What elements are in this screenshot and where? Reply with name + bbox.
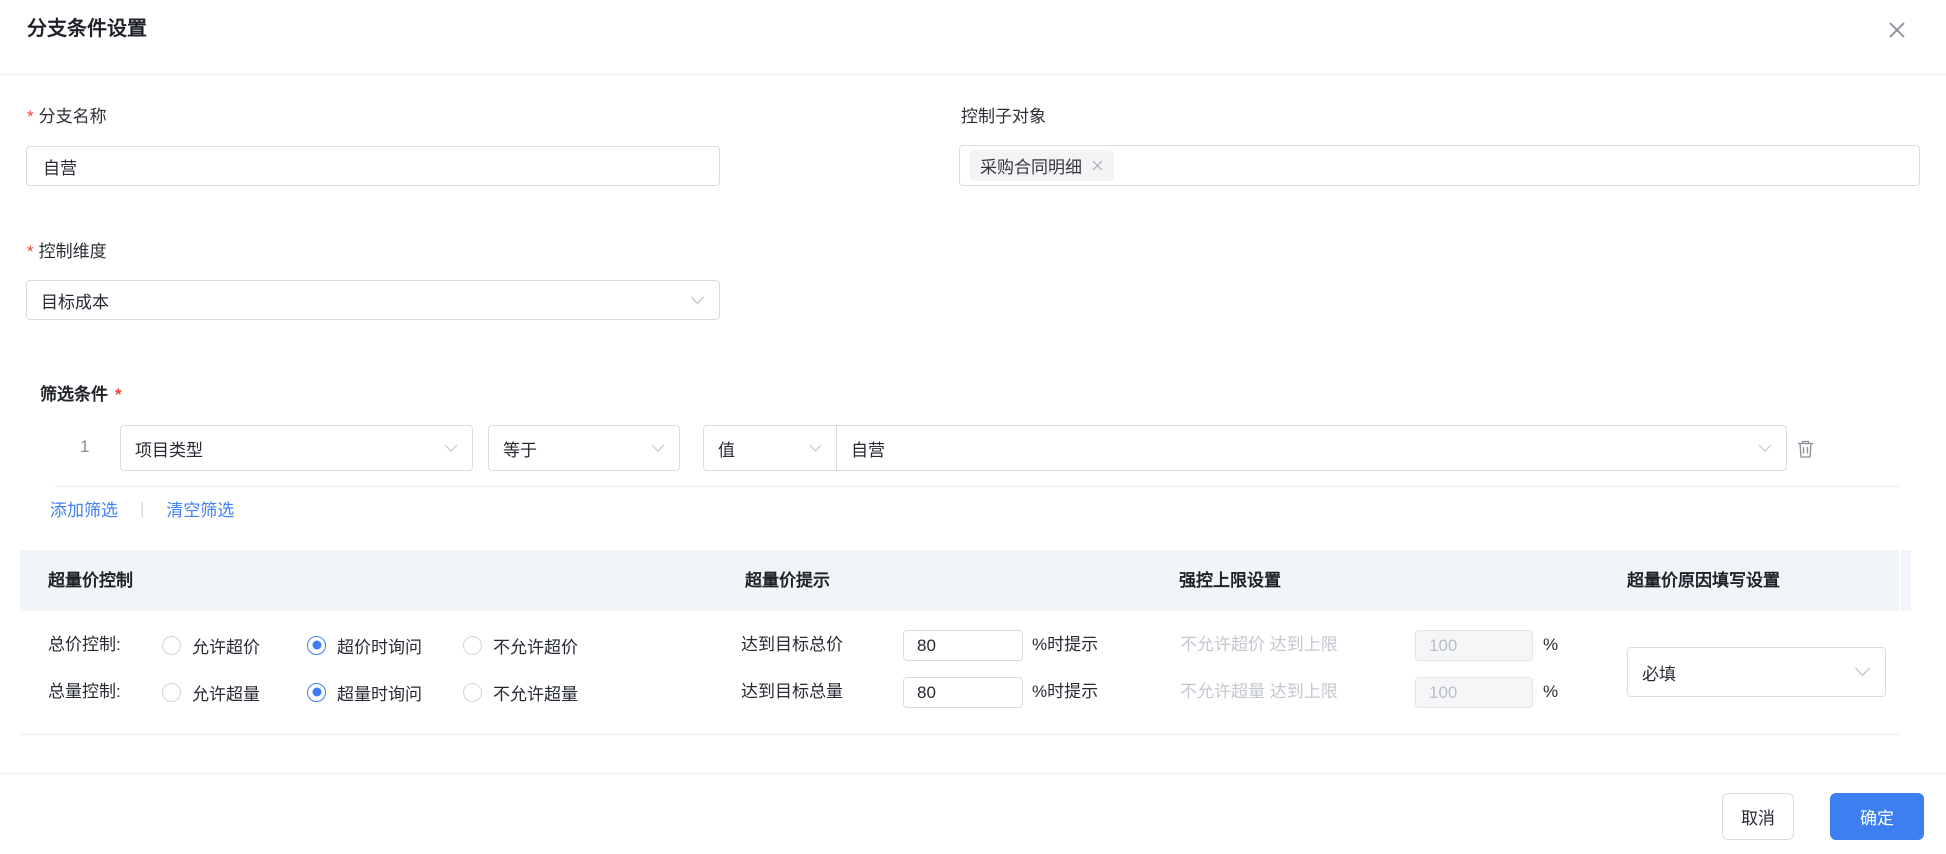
header-hard-limit: 强控上限设置 [1179,571,1281,590]
qty-limit-input [1415,677,1533,708]
dialog-title: 分支条件设置 [27,18,147,40]
filter-value-select[interactable]: 自营 [837,426,1786,470]
price-hint-suffix: %时提示 [1032,635,1099,654]
control-sub-object-input[interactable]: 采购合同明细 [959,145,1920,186]
confirm-button[interactable]: 确定 [1830,793,1924,840]
radio-icon[interactable] [307,682,326,702]
filter-value-group: 值 自营 [703,425,1787,471]
radio-allow-overqty[interactable]: 允许超量 [162,677,260,707]
price-hint-prefix: 达到目标总价 [741,635,843,654]
radio-allow-overprice[interactable]: 允许超价 [162,630,260,660]
footer-divider [0,773,1946,774]
add-filter-link[interactable]: 添加筛选 [50,496,118,521]
radio-forbid-overprice[interactable]: 不允许超价 [463,630,578,660]
filter-operator-select[interactable]: 等于 [488,425,680,471]
radio-icon[interactable] [307,635,326,655]
header-overprice-control: 超量价控制 [48,571,133,590]
header-overprice-hint: 超量价提示 [745,571,830,590]
filter-divider [55,486,1899,487]
close-icon[interactable] [1884,17,1910,43]
control-dimension-label: * 控制维度 [27,242,107,261]
table-bottom-divider [20,734,1899,735]
price-hint-percent-input[interactable] [903,630,1023,661]
qty-hint-percent-input[interactable] [903,677,1023,708]
header-reason-setting: 超量价原因填写设置 [1627,571,1780,590]
header-divider [0,74,1946,75]
chevron-down-icon [1758,444,1772,452]
radio-forbid-overqty[interactable]: 不允许超量 [463,677,578,707]
radio-ask-on-overprice[interactable]: 超价时询问 [307,630,422,660]
required-mark: * [27,107,34,126]
filter-section-label: 筛选条件 * [40,385,122,404]
control-sub-object-label: 控制子对象 [961,107,1046,126]
radio-ask-on-overqty[interactable]: 超量时询问 [307,677,422,707]
total-qty-row-label: 总量控制: [48,682,121,701]
total-price-row-label: 总价控制: [48,635,121,654]
filter-row-index: 1 [80,437,90,456]
filter-links: 添加筛选 | 清空筛选 [50,496,234,521]
delete-filter-icon[interactable] [1796,439,1815,459]
reason-required-select[interactable]: 必填 [1627,647,1886,697]
cancel-button[interactable]: 取消 [1722,793,1794,840]
required-mark: * [115,385,122,404]
required-mark: * [27,242,34,261]
price-limit-suffix: % [1543,635,1559,654]
control-dimension-select[interactable]: 目标成本 [26,280,720,320]
radio-icon[interactable] [162,635,181,655]
branch-name-label: * 分支名称 [27,107,107,126]
chevron-down-icon [690,296,705,305]
qty-limit-suffix: % [1543,682,1559,701]
chevron-down-icon [651,444,665,452]
header-gutter-divider [1899,550,1901,611]
price-limit-text: 不允许超价 达到上限 [1180,635,1338,654]
price-limit-input [1415,630,1533,661]
qty-hint-suffix: %时提示 [1032,682,1099,701]
radio-icon[interactable] [162,682,181,702]
branch-condition-dialog: 分支条件设置 * 分支名称 控制子对象 采购合同明细 * 控制维度 目标成本 筛… [0,0,1946,854]
selected-tag: 采购合同明细 [970,150,1114,181]
qty-limit-text: 不允许超量 达到上限 [1180,682,1338,701]
radio-icon[interactable] [463,682,482,702]
qty-hint-prefix: 达到目标总量 [741,682,843,701]
branch-name-input[interactable] [26,146,720,186]
filter-value-type-select[interactable]: 值 [704,426,837,470]
chevron-down-icon [444,444,458,452]
chevron-down-icon [1854,667,1871,677]
chevron-down-icon [809,444,822,452]
link-separator: | [140,498,145,518]
filter-field-select[interactable]: 项目类型 [120,425,473,471]
radio-icon[interactable] [463,635,482,655]
clear-filter-link[interactable]: 清空筛选 [166,496,234,521]
tag-remove-icon[interactable] [1091,159,1104,172]
